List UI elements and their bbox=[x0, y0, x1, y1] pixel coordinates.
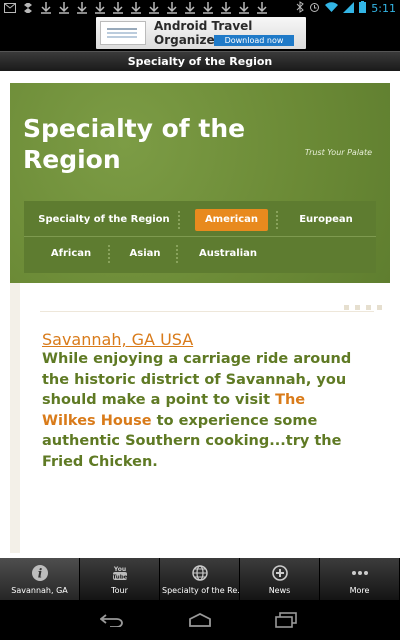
article-text: While enjoying a carriage ride around th… bbox=[42, 349, 362, 472]
tab-specialty[interactable]: Specialty of the Re... bbox=[160, 558, 240, 600]
battery-icon bbox=[359, 1, 367, 16]
home-button[interactable] bbox=[186, 610, 214, 630]
more-dots-icon bbox=[351, 564, 369, 582]
nav-item-specialty[interactable]: Specialty of the Region bbox=[38, 209, 170, 231]
info-icon: i bbox=[31, 564, 49, 582]
tab-label: Specialty of the Re... bbox=[162, 586, 239, 595]
notification-icons bbox=[4, 1, 268, 14]
tab-label: More bbox=[349, 586, 370, 595]
tab-label: Tour bbox=[111, 586, 128, 595]
nav-separator bbox=[276, 211, 278, 229]
tab-tour[interactable]: You Tube Tour bbox=[80, 558, 160, 600]
back-button[interactable] bbox=[98, 610, 126, 630]
download-icon bbox=[94, 1, 106, 14]
decorative-dots bbox=[344, 305, 382, 310]
screen: 5:11 Android Travel Organizer Download n… bbox=[0, 0, 400, 640]
svg-text:i: i bbox=[37, 567, 42, 581]
ad-download-button[interactable]: Download now bbox=[214, 35, 294, 46]
download-icon bbox=[76, 1, 88, 14]
download-icon bbox=[148, 1, 160, 14]
nav-item-african[interactable]: African bbox=[40, 243, 102, 265]
dropbox-icon bbox=[22, 1, 34, 14]
download-icon bbox=[112, 1, 124, 14]
ad-banner[interactable]: Android Travel Organizer Download now bbox=[96, 17, 306, 49]
tab-news[interactable]: News bbox=[240, 558, 320, 600]
nav-separator bbox=[178, 211, 180, 229]
banner-tagline: Trust Your Palate bbox=[304, 148, 372, 157]
svg-text:Tube: Tube bbox=[112, 575, 127, 581]
content-area: Specialty of the Region Trust Your Palat… bbox=[0, 71, 400, 558]
app-header-title: Specialty of the Region bbox=[0, 51, 400, 71]
clock: 5:11 bbox=[371, 2, 396, 15]
banner-title: Specialty of the Region bbox=[23, 114, 246, 174]
category-nav: Specialty of the Region American Europea… bbox=[24, 201, 376, 273]
ad-bar: Android Travel Organizer Download now bbox=[0, 17, 400, 51]
article-card: Savannah, GA USA While enjoying a carria… bbox=[10, 283, 390, 553]
status-bar: 5:11 bbox=[0, 0, 400, 17]
globe-icon bbox=[191, 564, 209, 582]
download-icon bbox=[220, 1, 232, 14]
download-icon bbox=[184, 1, 196, 14]
hero-banner: Specialty of the Region Trust Your Palat… bbox=[10, 83, 390, 283]
nav-row: Specialty of the Region American Europea… bbox=[24, 205, 376, 237]
download-icon bbox=[238, 1, 250, 14]
svg-text:You: You bbox=[112, 566, 125, 573]
nav-item-american[interactable]: American bbox=[195, 209, 268, 231]
tab-savannah[interactable]: i Savannah, GA bbox=[0, 558, 80, 600]
nav-separator bbox=[176, 245, 178, 263]
youtube-icon: You Tube bbox=[111, 564, 129, 582]
tab-more[interactable]: More bbox=[320, 558, 400, 600]
alarm-icon bbox=[309, 2, 320, 16]
download-icon bbox=[256, 1, 268, 14]
signal-icon bbox=[343, 1, 355, 16]
plus-circle-icon bbox=[271, 564, 289, 582]
wifi-icon bbox=[325, 1, 339, 16]
download-icon bbox=[166, 1, 178, 14]
nav-separator bbox=[108, 245, 110, 263]
tab-label: News bbox=[268, 586, 291, 595]
location-link[interactable]: Savannah, GA USA bbox=[42, 330, 193, 349]
download-icon bbox=[202, 1, 214, 14]
page: Specialty of the Region Trust Your Palat… bbox=[10, 83, 390, 553]
system-icons: 5:11 bbox=[296, 1, 396, 16]
nav-item-asian[interactable]: Asian bbox=[120, 243, 170, 265]
download-icon bbox=[40, 1, 52, 14]
nav-row: African Asian Australian bbox=[24, 239, 376, 271]
bottom-tab-bar: i Savannah, GA You Tube Tour Specialty of… bbox=[0, 558, 400, 600]
mail-icon bbox=[4, 1, 16, 14]
nav-item-european[interactable]: European bbox=[290, 209, 362, 231]
ad-image bbox=[100, 21, 146, 45]
system-nav-bar bbox=[0, 600, 400, 640]
download-icon bbox=[130, 1, 142, 14]
divider bbox=[40, 311, 374, 312]
nav-item-australian[interactable]: Australian bbox=[190, 243, 266, 265]
download-icon bbox=[58, 1, 70, 14]
recent-apps-button[interactable] bbox=[272, 610, 300, 630]
tab-label: Savannah, GA bbox=[11, 586, 68, 595]
bluetooth-icon bbox=[296, 1, 305, 16]
